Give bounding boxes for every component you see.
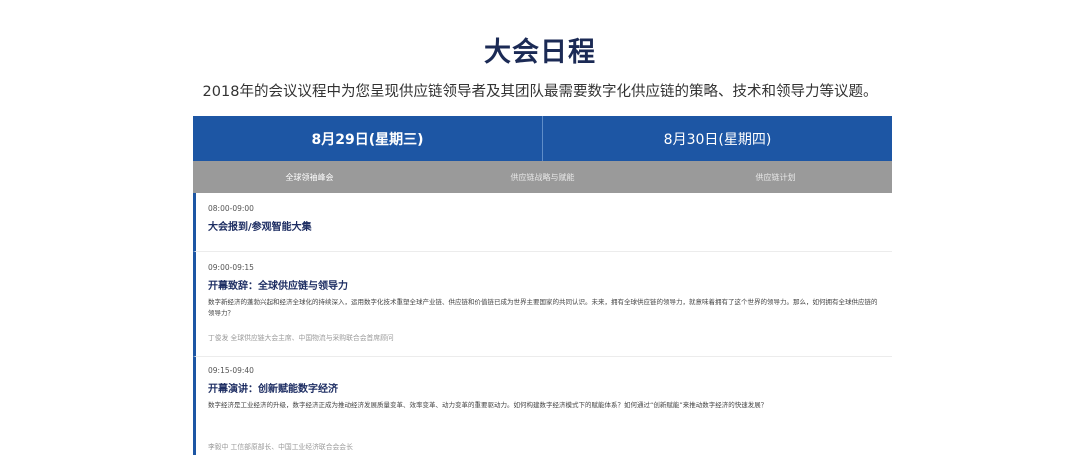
session-time: 09:15-09:40 bbox=[208, 366, 254, 375]
session-speaker: 李毅中 工信部原部长、中国工业经济联合会会长 bbox=[208, 443, 353, 451]
session-speaker: 丁俊发 全球供应链大会主席、中国物流与采购联合会首席顾问 bbox=[208, 334, 394, 342]
tab-day-aug-30[interactable]: 8月30日(星期四) bbox=[542, 116, 892, 161]
tab-track-planning[interactable]: 供应链计划 bbox=[659, 161, 892, 193]
tab-track-strategy[interactable]: 供应链战略与赋能 bbox=[426, 161, 659, 193]
session-item: 08:00-09:00 大会报到/参观智能大集 bbox=[193, 193, 892, 252]
track-tabs: 全球领袖峰会 供应链战略与赋能 供应链计划 bbox=[193, 161, 892, 193]
session-item: 09:15-09:40 开幕演讲：创新赋能数字经济 数字经济是工业经济的升级，数… bbox=[193, 357, 892, 455]
tab-day-aug-29[interactable]: 8月29日(星期三) bbox=[193, 116, 542, 161]
session-item: 09:00-09:15 开幕致辞：全球供应链与领导力 数字新经济的蓬勃兴起和经济… bbox=[193, 252, 892, 357]
page-title: 大会日程 bbox=[484, 37, 596, 68]
session-time: 09:00-09:15 bbox=[208, 263, 254, 272]
session-description: 数字新经济的蓬勃兴起和经济全球化的持续深入，运用数字化技术重塑全球产业链、供应链… bbox=[208, 298, 878, 317]
day-tabs: 8月29日(星期三) 8月30日(星期四) bbox=[193, 116, 892, 161]
tab-track-global-summit[interactable]: 全球领袖峰会 bbox=[193, 161, 426, 193]
session-description: 数字经济是工业经济的升级，数字经济正成为推动经济发展质量变革、效率变革、动力变革… bbox=[208, 401, 768, 409]
session-time: 08:00-09:00 bbox=[208, 204, 254, 213]
session-title: 开幕演讲：创新赋能数字经济 bbox=[208, 384, 338, 395]
session-title: 开幕致辞：全球供应链与领导力 bbox=[208, 281, 348, 292]
session-title: 大会报到/参观智能大集 bbox=[208, 222, 312, 233]
schedule-panel: 8月29日(星期三) 8月30日(星期四) 全球领袖峰会 供应链战略与赋能 供应… bbox=[193, 116, 892, 455]
page-subtitle: 2018年的会议议程中为您呈现供应链领导者及其团队最需要数字化供应链的策略、技术… bbox=[202, 84, 878, 100]
